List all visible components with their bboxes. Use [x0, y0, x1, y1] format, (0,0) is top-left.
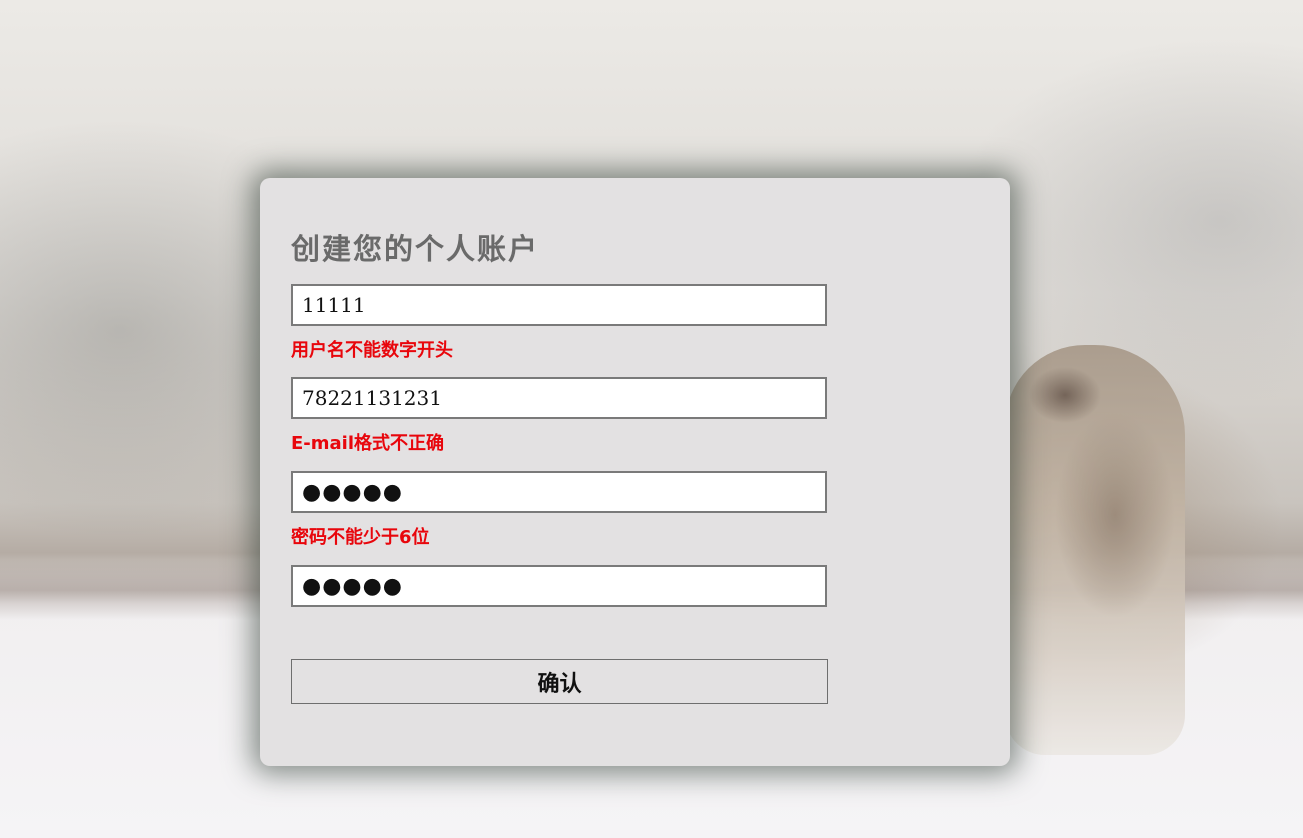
email-input[interactable] [291, 377, 827, 419]
confirm-password-input[interactable] [291, 565, 827, 607]
username-error: 用户名不能数字开头 [291, 340, 453, 361]
username-input[interactable] [291, 284, 827, 326]
confirm-button[interactable]: 确认 [291, 659, 828, 704]
password-error: 密码不能少于6位 [291, 527, 430, 548]
password-input[interactable] [291, 471, 827, 513]
email-error: E-mail格式不正确 [291, 433, 445, 454]
registration-card: 创建您的个人账户 用户名不能数字开头 E-mail格式不正确 密码不能少于6位 … [260, 178, 1010, 766]
background-dog-image [1005, 345, 1185, 755]
form-title: 创建您的个人账户 [291, 232, 540, 266]
